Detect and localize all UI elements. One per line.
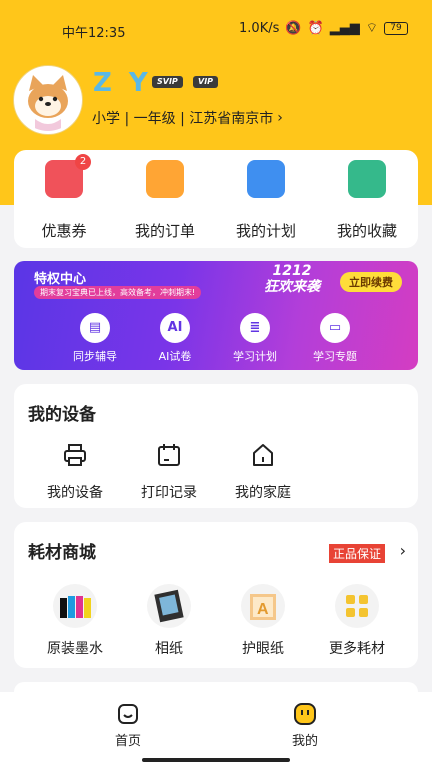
- bottom-tab-bar: 首页 我的: [0, 692, 432, 768]
- shop-item-photo-paper[interactable]: 相纸: [127, 584, 211, 658]
- privilege-item-study-plan[interactable]: ≣ 学习计划: [210, 313, 300, 364]
- wifi-icon: ⌔: [365, 21, 378, 36]
- coupon-icon: 2: [45, 154, 91, 198]
- shop-item-label: 护眼纸: [242, 641, 284, 657]
- coupon-count-badge: 2: [75, 154, 91, 170]
- shop-item-label: 原装墨水: [47, 641, 103, 657]
- status-icons: 1.0K/s 🔕 ⏰ ▂▄▆ ⌔ 79: [239, 20, 408, 36]
- home-indicator: [142, 758, 290, 762]
- me-tab-icon: [294, 703, 316, 725]
- shiba-dog-icon: [17, 69, 79, 131]
- renew-button[interactable]: 立即续费: [340, 272, 402, 292]
- book-icon: ▤: [80, 313, 110, 343]
- privilege-item-label: 同步辅导: [73, 350, 117, 363]
- promo-text: 1212 狂欢来袭: [264, 263, 320, 295]
- svip-badge: SVIP: [152, 76, 183, 88]
- privilege-title: 特权中心: [34, 272, 87, 287]
- tab-home[interactable]: 首页: [88, 702, 168, 749]
- quick-action-plan[interactable]: 我的计划: [226, 160, 306, 241]
- device-item-label: 我的设备: [47, 485, 103, 501]
- ink-bottles-icon: [53, 584, 97, 628]
- quick-action-label: 优惠券: [41, 222, 87, 240]
- quick-actions-card: 2 优惠券 我的订单 我的计划 我的收藏: [14, 150, 418, 248]
- privilege-center-banner[interactable]: 特权中心 期末复习宝典已上线，高效备考，冲刺期末! 1212 狂欢来袭 立即续费…: [14, 261, 418, 370]
- alarm-icon: ⏰: [307, 20, 324, 36]
- privilege-subtitle: 期末复习宝典已上线，高效备考，冲刺期末!: [34, 286, 202, 299]
- user-info-link[interactable]: 小学 | 一年级 | 江苏省南京市 ›: [92, 108, 283, 128]
- tab-label: 首页: [114, 734, 141, 749]
- net-speed: 1.0K/s: [239, 20, 280, 36]
- quick-action-coupon[interactable]: 2 优惠券: [24, 154, 104, 241]
- plan-icon: [247, 160, 285, 198]
- privilege-item-label: AI试卷: [158, 350, 192, 363]
- vip-badge: VIP: [193, 76, 219, 88]
- user-info-text: 小学 | 一年级 | 江苏省南京市: [92, 111, 274, 127]
- privilege-item-label: 学习计划: [233, 350, 277, 363]
- tab-label: 我的: [291, 734, 318, 749]
- battery-icon: 79: [384, 21, 408, 35]
- privilege-item-sync-tutoring[interactable]: ▤ 同步辅导: [50, 313, 140, 364]
- status-time: 中午12:35: [62, 26, 126, 41]
- chevron-right-icon: ›: [277, 110, 283, 126]
- printer-icon: [64, 444, 86, 466]
- favorite-icon: [348, 160, 386, 198]
- device-item-label: 打印记录: [141, 485, 197, 501]
- quick-action-orders[interactable]: 我的订单: [125, 160, 205, 241]
- quick-action-label: 我的收藏: [336, 222, 397, 240]
- device-item-my-family[interactable]: 我的家庭: [221, 442, 305, 502]
- shop-item-label: 相纸: [155, 641, 183, 657]
- status-bar: 中午12:35 1.0K/s 🔕 ⏰ ▂▄▆ ⌔ 79: [0, 18, 432, 42]
- chevron-right-icon[interactable]: ›: [400, 541, 406, 560]
- genuine-guarantee-badge: 正品保证: [328, 544, 385, 563]
- device-item-print-history[interactable]: 打印记录: [127, 442, 211, 502]
- consumables-shop-card: 耗材商城 正品保证 › 原装墨水 相纸 A 护眼纸 更多耗材: [14, 522, 418, 668]
- shop-item-eye-care-paper[interactable]: A 护眼纸: [221, 584, 305, 658]
- privilege-item-label: 学习专题: [313, 350, 357, 363]
- privilege-item-study-topic[interactable]: ▭ 学习专题: [290, 313, 380, 364]
- quick-action-label: 我的订单: [134, 222, 195, 240]
- section-title: 耗材商城: [28, 543, 96, 563]
- my-devices-card: 我的设备 我的设备 打印记录 我的家庭: [14, 384, 418, 508]
- user-name: Z Y: [93, 68, 152, 98]
- home-tab-icon: [118, 704, 138, 724]
- avatar[interactable]: [14, 66, 82, 134]
- more-grid-icon: [335, 584, 379, 628]
- mute-icon: 🔕: [285, 20, 302, 36]
- list-icon: ≣: [240, 313, 270, 343]
- ai-icon: AI: [160, 313, 190, 343]
- shop-item-label: 更多耗材: [329, 641, 385, 657]
- calendar-icon: [158, 444, 180, 466]
- svg-text:A: A: [257, 601, 269, 618]
- quick-action-label: 我的计划: [235, 222, 296, 240]
- signal-icon: ▂▄▆: [329, 20, 360, 36]
- privilege-item-ai-paper[interactable]: AI AI试卷: [130, 313, 220, 364]
- tab-me[interactable]: 我的: [265, 702, 345, 749]
- device-item-my-devices[interactable]: 我的设备: [33, 442, 117, 502]
- section-title: 我的设备: [28, 405, 96, 425]
- home-icon: [253, 444, 273, 466]
- device-item-label: 我的家庭: [235, 485, 291, 501]
- shop-item-ink[interactable]: 原装墨水: [33, 584, 117, 658]
- shop-item-more[interactable]: 更多耗材: [315, 584, 399, 658]
- quick-action-favorites[interactable]: 我的收藏: [327, 160, 407, 241]
- order-icon: [146, 160, 184, 198]
- topic-icon: ▭: [320, 313, 350, 343]
- eye-care-paper-icon: A: [241, 584, 285, 628]
- photo-paper-icon: [147, 584, 191, 628]
